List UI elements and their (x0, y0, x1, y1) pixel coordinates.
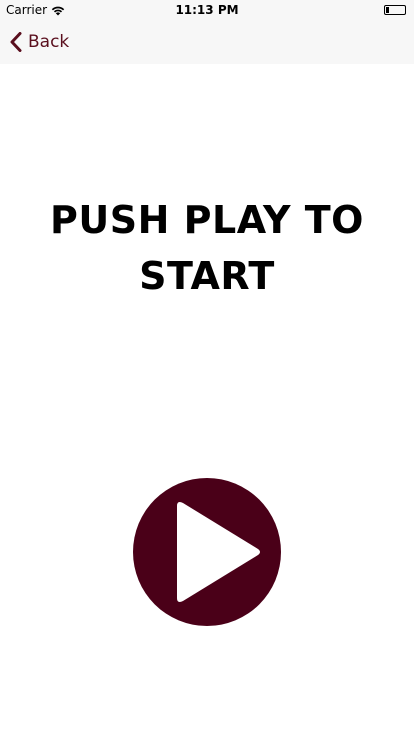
battery-icon (384, 5, 406, 15)
status-bar: Carrier 11:13 PM (0, 0, 414, 20)
screen: Carrier 11:13 PM Back PUSH PLAY TO START (0, 0, 414, 736)
instruction-title-text: PUSH PLAY TO START (50, 198, 364, 298)
battery-level (386, 7, 389, 13)
instruction-title: PUSH PLAY TO START (0, 192, 414, 304)
play-icon (177, 502, 260, 602)
status-time: 11:13 PM (175, 3, 239, 17)
back-label: Back (28, 32, 70, 52)
play-button[interactable] (133, 478, 281, 626)
navigation-bar: Back (0, 20, 414, 64)
back-button[interactable]: Back (10, 28, 69, 56)
chevron-left-icon (10, 32, 22, 52)
